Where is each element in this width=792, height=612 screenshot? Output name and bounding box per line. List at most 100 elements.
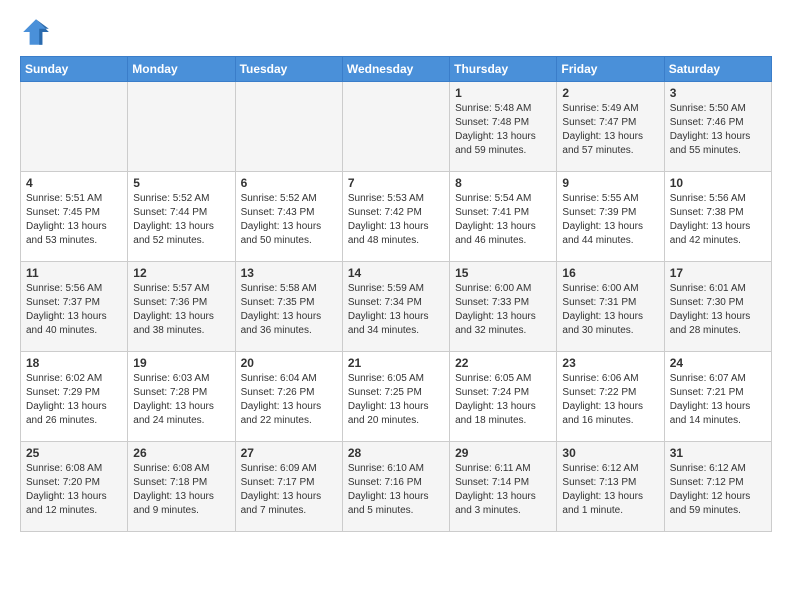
week-row-3: 11 Sunrise: 5:56 AM Sunset: 7:37 PM Dayli… — [21, 262, 772, 352]
cell-info: Sunrise: 5:56 AM Sunset: 7:37 PM Dayligh… — [26, 282, 122, 338]
calendar-cell: 12 Sunrise: 5:57 AM Sunset: 7:36 PM Dayli… — [128, 262, 235, 352]
calendar-cell: 23 Sunrise: 6:06 AM Sunset: 7:22 PM Dayli… — [557, 352, 664, 442]
page-header — [20, 16, 772, 48]
calendar-cell: 30 Sunrise: 6:12 AM Sunset: 7:13 PM Dayli… — [557, 442, 664, 532]
cell-info: Sunrise: 6:06 AM Sunset: 7:22 PM Dayligh… — [562, 372, 658, 428]
day-number: 30 — [562, 446, 658, 460]
calendar-cell — [342, 82, 449, 172]
cell-info: Sunrise: 5:51 AM Sunset: 7:45 PM Dayligh… — [26, 192, 122, 248]
day-number: 5 — [133, 176, 229, 190]
cell-info: Sunrise: 6:05 AM Sunset: 7:25 PM Dayligh… — [348, 372, 444, 428]
calendar-cell — [21, 82, 128, 172]
calendar-cell: 27 Sunrise: 6:09 AM Sunset: 7:17 PM Dayli… — [235, 442, 342, 532]
calendar-cell: 9Sunrise: 5:55 AM Sunset: 7:39 PM Daylig… — [557, 172, 664, 262]
cell-info: Sunrise: 5:58 AM Sunset: 7:35 PM Dayligh… — [241, 282, 337, 338]
calendar-cell: 2 Sunrise: 5:49 AM Sunset: 7:47 PM Daylig… — [557, 82, 664, 172]
cell-info: Sunrise: 5:56 AM Sunset: 7:38 PM Dayligh… — [670, 192, 766, 248]
day-number: 25 — [26, 446, 122, 460]
cell-info: Sunrise: 5:59 AM Sunset: 7:34 PM Dayligh… — [348, 282, 444, 338]
cell-info: Sunrise: 6:08 AM Sunset: 7:20 PM Dayligh… — [26, 462, 122, 518]
day-number: 17 — [670, 266, 766, 280]
day-number: 20 — [241, 356, 337, 370]
calendar-cell: 17 Sunrise: 6:01 AM Sunset: 7:30 PM Dayli… — [664, 262, 771, 352]
calendar-cell: 14 Sunrise: 5:59 AM Sunset: 7:34 PM Dayli… — [342, 262, 449, 352]
calendar-cell: 5Sunrise: 5:52 AM Sunset: 7:44 PM Daylig… — [128, 172, 235, 262]
cell-info: Sunrise: 6:11 AM Sunset: 7:14 PM Dayligh… — [455, 462, 551, 518]
calendar-cell: 25 Sunrise: 6:08 AM Sunset: 7:20 PM Dayli… — [21, 442, 128, 532]
calendar-cell: 28Sunrise: 6:10 AM Sunset: 7:16 PM Dayli… — [342, 442, 449, 532]
day-number: 19 — [133, 356, 229, 370]
day-number: 12 — [133, 266, 229, 280]
cell-info: Sunrise: 6:00 AM Sunset: 7:33 PM Dayligh… — [455, 282, 551, 338]
cell-info: Sunrise: 6:12 AM Sunset: 7:13 PM Dayligh… — [562, 462, 658, 518]
day-number: 1 — [455, 86, 551, 100]
day-number: 23 — [562, 356, 658, 370]
cell-info: Sunrise: 6:00 AM Sunset: 7:31 PM Dayligh… — [562, 282, 658, 338]
cell-info: Sunrise: 5:50 AM Sunset: 7:46 PM Dayligh… — [670, 102, 766, 158]
calendar-table: SundayMondayTuesdayWednesdayThursdayFrid… — [20, 56, 772, 532]
week-row-4: 18Sunrise: 6:02 AM Sunset: 7:29 PM Dayli… — [21, 352, 772, 442]
day-number: 15 — [455, 266, 551, 280]
calendar-cell — [128, 82, 235, 172]
cell-info: Sunrise: 5:54 AM Sunset: 7:41 PM Dayligh… — [455, 192, 551, 248]
day-number: 22 — [455, 356, 551, 370]
day-number: 3 — [670, 86, 766, 100]
weekday-header-sunday: Sunday — [21, 57, 128, 82]
week-row-2: 4 Sunrise: 5:51 AM Sunset: 7:45 PM Daylig… — [21, 172, 772, 262]
cell-info: Sunrise: 5:49 AM Sunset: 7:47 PM Dayligh… — [562, 102, 658, 158]
day-number: 14 — [348, 266, 444, 280]
cell-info: Sunrise: 6:05 AM Sunset: 7:24 PM Dayligh… — [455, 372, 551, 428]
cell-info: Sunrise: 5:52 AM Sunset: 7:43 PM Dayligh… — [241, 192, 337, 248]
calendar-cell: 16 Sunrise: 6:00 AM Sunset: 7:31 PM Dayli… — [557, 262, 664, 352]
logo-icon — [20, 16, 52, 48]
calendar-cell: 6 Sunrise: 5:52 AM Sunset: 7:43 PM Daylig… — [235, 172, 342, 262]
calendar-cell: 21 Sunrise: 6:05 AM Sunset: 7:25 PM Dayli… — [342, 352, 449, 442]
calendar-cell: 7 Sunrise: 5:53 AM Sunset: 7:42 PM Daylig… — [342, 172, 449, 262]
calendar-cell: 20Sunrise: 6:04 AM Sunset: 7:26 PM Dayli… — [235, 352, 342, 442]
calendar-cell: 29 Sunrise: 6:11 AM Sunset: 7:14 PM Dayli… — [450, 442, 557, 532]
day-number: 2 — [562, 86, 658, 100]
cell-info: Sunrise: 6:12 AM Sunset: 7:12 PM Dayligh… — [670, 462, 766, 518]
calendar-cell: 1Sunrise: 5:48 AM Sunset: 7:48 PM Daylig… — [450, 82, 557, 172]
day-number: 13 — [241, 266, 337, 280]
cell-info: Sunrise: 6:01 AM Sunset: 7:30 PM Dayligh… — [670, 282, 766, 338]
day-number: 29 — [455, 446, 551, 460]
calendar-cell: 22 Sunrise: 6:05 AM Sunset: 7:24 PM Dayli… — [450, 352, 557, 442]
day-number: 24 — [670, 356, 766, 370]
day-number: 21 — [348, 356, 444, 370]
cell-info: Sunrise: 6:08 AM Sunset: 7:18 PM Dayligh… — [133, 462, 229, 518]
day-number: 28 — [348, 446, 444, 460]
day-number: 6 — [241, 176, 337, 190]
calendar-cell: 4 Sunrise: 5:51 AM Sunset: 7:45 PM Daylig… — [21, 172, 128, 262]
week-row-5: 25 Sunrise: 6:08 AM Sunset: 7:20 PM Dayli… — [21, 442, 772, 532]
weekday-header-tuesday: Tuesday — [235, 57, 342, 82]
cell-info: Sunrise: 6:09 AM Sunset: 7:17 PM Dayligh… — [241, 462, 337, 518]
logo — [20, 16, 56, 48]
calendar-cell: 26 Sunrise: 6:08 AM Sunset: 7:18 PM Dayli… — [128, 442, 235, 532]
calendar-cell: 31Sunrise: 6:12 AM Sunset: 7:12 PM Dayli… — [664, 442, 771, 532]
week-row-1: 1Sunrise: 5:48 AM Sunset: 7:48 PM Daylig… — [21, 82, 772, 172]
calendar-cell: 13 Sunrise: 5:58 AM Sunset: 7:35 PM Dayli… — [235, 262, 342, 352]
calendar-cell: 11 Sunrise: 5:56 AM Sunset: 7:37 PM Dayli… — [21, 262, 128, 352]
cell-info: Sunrise: 5:57 AM Sunset: 7:36 PM Dayligh… — [133, 282, 229, 338]
day-number: 9 — [562, 176, 658, 190]
weekday-header-saturday: Saturday — [664, 57, 771, 82]
weekday-header-row: SundayMondayTuesdayWednesdayThursdayFrid… — [21, 57, 772, 82]
weekday-header-monday: Monday — [128, 57, 235, 82]
day-number: 7 — [348, 176, 444, 190]
day-number: 8 — [455, 176, 551, 190]
day-number: 11 — [26, 266, 122, 280]
weekday-header-wednesday: Wednesday — [342, 57, 449, 82]
calendar-cell: 8 Sunrise: 5:54 AM Sunset: 7:41 PM Daylig… — [450, 172, 557, 262]
day-number: 4 — [26, 176, 122, 190]
weekday-header-friday: Friday — [557, 57, 664, 82]
day-number: 26 — [133, 446, 229, 460]
day-number: 18 — [26, 356, 122, 370]
calendar-cell: 18Sunrise: 6:02 AM Sunset: 7:29 PM Dayli… — [21, 352, 128, 442]
calendar-cell — [235, 82, 342, 172]
day-number: 16 — [562, 266, 658, 280]
cell-info: Sunrise: 5:53 AM Sunset: 7:42 PM Dayligh… — [348, 192, 444, 248]
calendar-cell: 24 Sunrise: 6:07 AM Sunset: 7:21 PM Dayli… — [664, 352, 771, 442]
day-number: 27 — [241, 446, 337, 460]
cell-info: Sunrise: 6:07 AM Sunset: 7:21 PM Dayligh… — [670, 372, 766, 428]
